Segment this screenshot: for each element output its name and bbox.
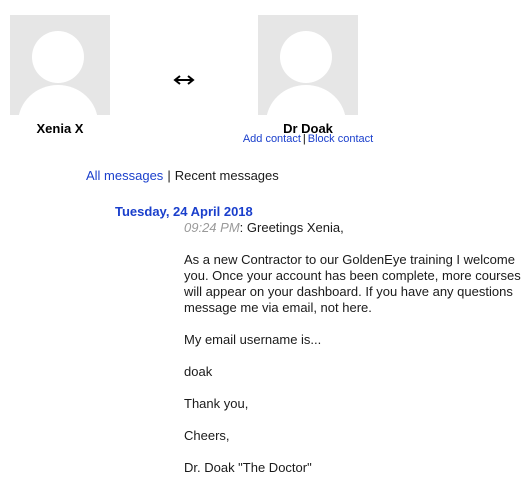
message-first-line: 09:24 PM: Greetings Xenia,	[184, 220, 526, 236]
message-body: 09:24 PM: Greetings Xenia, As a new Cont…	[184, 220, 526, 477]
add-contact-link[interactable]: Add contact	[243, 133, 301, 145]
user-silhouette-icon	[266, 31, 346, 115]
recent-messages-label: Recent messages	[174, 168, 279, 183]
message-paragraph: Dr. Doak "The Doctor"	[184, 460, 312, 475]
message-page: Xenia X Dr Doak Add contact | Block contac…	[0, 0, 532, 477]
greeting: Greetings Xenia,	[243, 220, 344, 235]
double-arrow-icon	[173, 75, 195, 85]
message-paragraph: doak	[184, 364, 213, 379]
user-right: Dr Doak	[258, 15, 358, 136]
separator: |	[167, 168, 171, 183]
avatar-right	[258, 15, 358, 115]
avatar-left	[10, 15, 110, 115]
separator: |	[302, 133, 306, 145]
message-tabs: All messages | Recent messages	[86, 168, 279, 183]
message-time: 09:24 PM	[184, 220, 240, 235]
message-paragraph: Thank you,	[184, 396, 249, 411]
user-name-left: Xenia X	[36, 121, 84, 136]
contact-actions: Add contact | Block contact	[205, 133, 411, 145]
user-left: Xenia X	[10, 15, 110, 136]
all-messages-link[interactable]: All messages	[86, 168, 163, 183]
message-paragraph: My email username is...	[184, 332, 322, 347]
message-paragraph: As a new Contractor to our GoldenEye tra…	[184, 252, 521, 315]
date-heading: Tuesday, 24 April 2018	[115, 204, 253, 219]
message-paragraph: Cheers,	[184, 428, 230, 443]
user-silhouette-icon	[18, 31, 98, 115]
block-contact-link[interactable]: Block contact	[308, 133, 373, 145]
